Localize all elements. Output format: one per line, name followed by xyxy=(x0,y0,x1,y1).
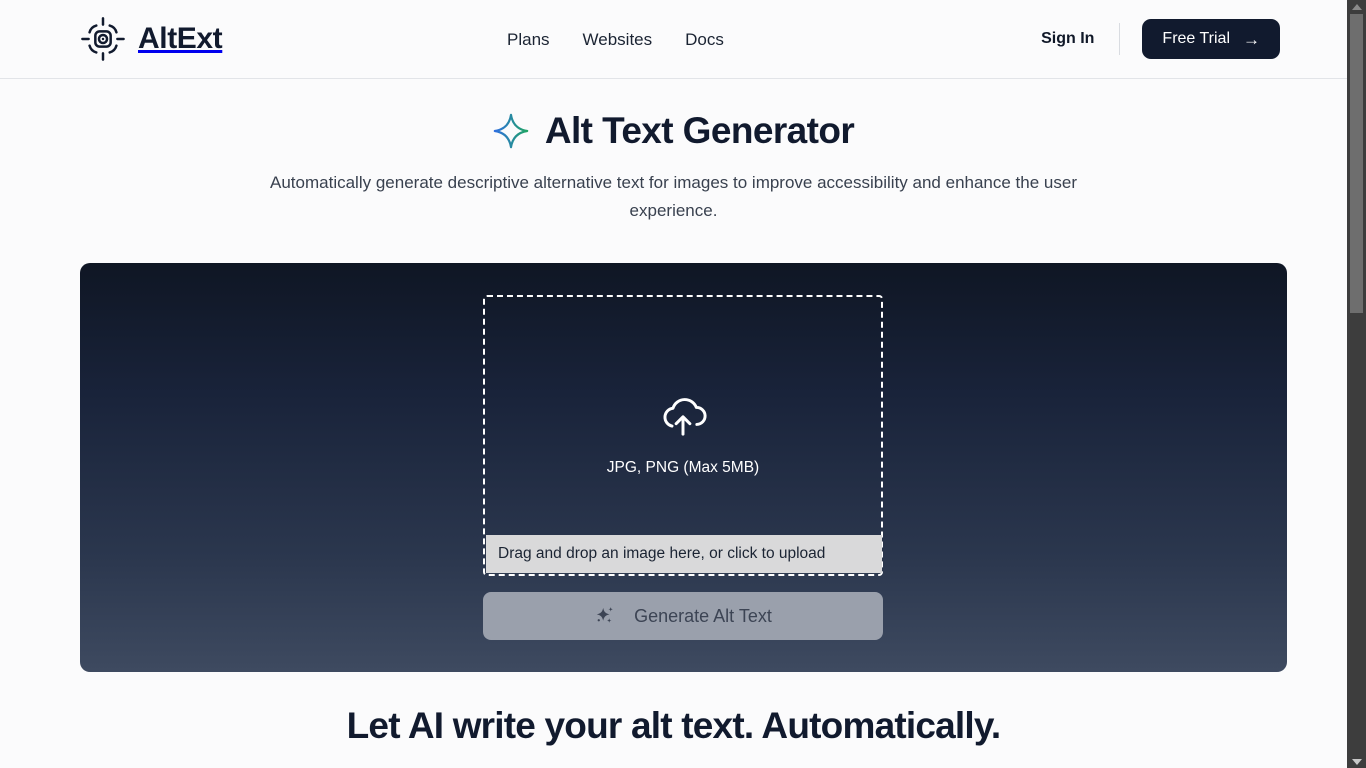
page-viewport: AltExt Plans Websites Docs Sign In Free … xyxy=(0,0,1347,768)
accepted-formats-label: JPG, PNG (Max 5MB) xyxy=(606,458,760,476)
page-subtitle: Automatically generate descriptive alter… xyxy=(270,173,1077,221)
brand-logo-link[interactable]: AltExt xyxy=(80,16,223,62)
cloud-upload-icon xyxy=(663,397,707,436)
brand-name: AltExt xyxy=(138,22,223,55)
free-trial-label: Free Trial xyxy=(1162,30,1230,47)
image-dropzone[interactable]: JPG, PNG (Max 5MB) Drag and drop an imag… xyxy=(483,295,883,576)
nav-item-plans[interactable]: Plans xyxy=(507,31,583,48)
page-title: Alt Text Generator xyxy=(0,109,1347,153)
header-actions: Sign In Free Trial → xyxy=(1041,19,1280,59)
site-header: AltExt Plans Websites Docs Sign In Free … xyxy=(0,0,1347,79)
sparkles-icon xyxy=(596,607,614,623)
dropzone-tooltip-text: Drag and drop an image here, or click to… xyxy=(498,545,826,562)
section-headline: Let AI write your alt text. Automaticall… xyxy=(346,705,1002,746)
scroll-up-arrow-icon[interactable] xyxy=(1347,0,1366,13)
generate-alt-text-button[interactable]: Generate Alt Text xyxy=(483,592,883,640)
scroll-down-arrow-icon[interactable] xyxy=(1347,755,1366,768)
nav-item-websites[interactable]: Websites xyxy=(583,31,686,48)
dropzone-tooltip: Drag and drop an image here, or click to… xyxy=(486,535,882,573)
hero-section: Alt Text Generator Automatically generat… xyxy=(0,79,1347,225)
free-trial-button[interactable]: Free Trial → xyxy=(1142,19,1280,59)
sign-in-link[interactable]: Sign In xyxy=(1041,30,1094,48)
vertical-scrollbar[interactable] xyxy=(1347,0,1366,768)
main-nav: Plans Websites Docs xyxy=(507,31,724,48)
header-divider xyxy=(1119,23,1121,55)
page-title-text: Alt Text Generator xyxy=(544,110,855,151)
nav-item-docs[interactable]: Docs xyxy=(685,31,724,48)
scan-camera-icon xyxy=(81,17,125,61)
scrollbar-thumb[interactable] xyxy=(1350,14,1363,313)
generate-alt-text-label: Generate Alt Text xyxy=(634,605,772,626)
sparkle-icon xyxy=(493,113,529,149)
arrow-right-icon: → xyxy=(1243,29,1260,49)
